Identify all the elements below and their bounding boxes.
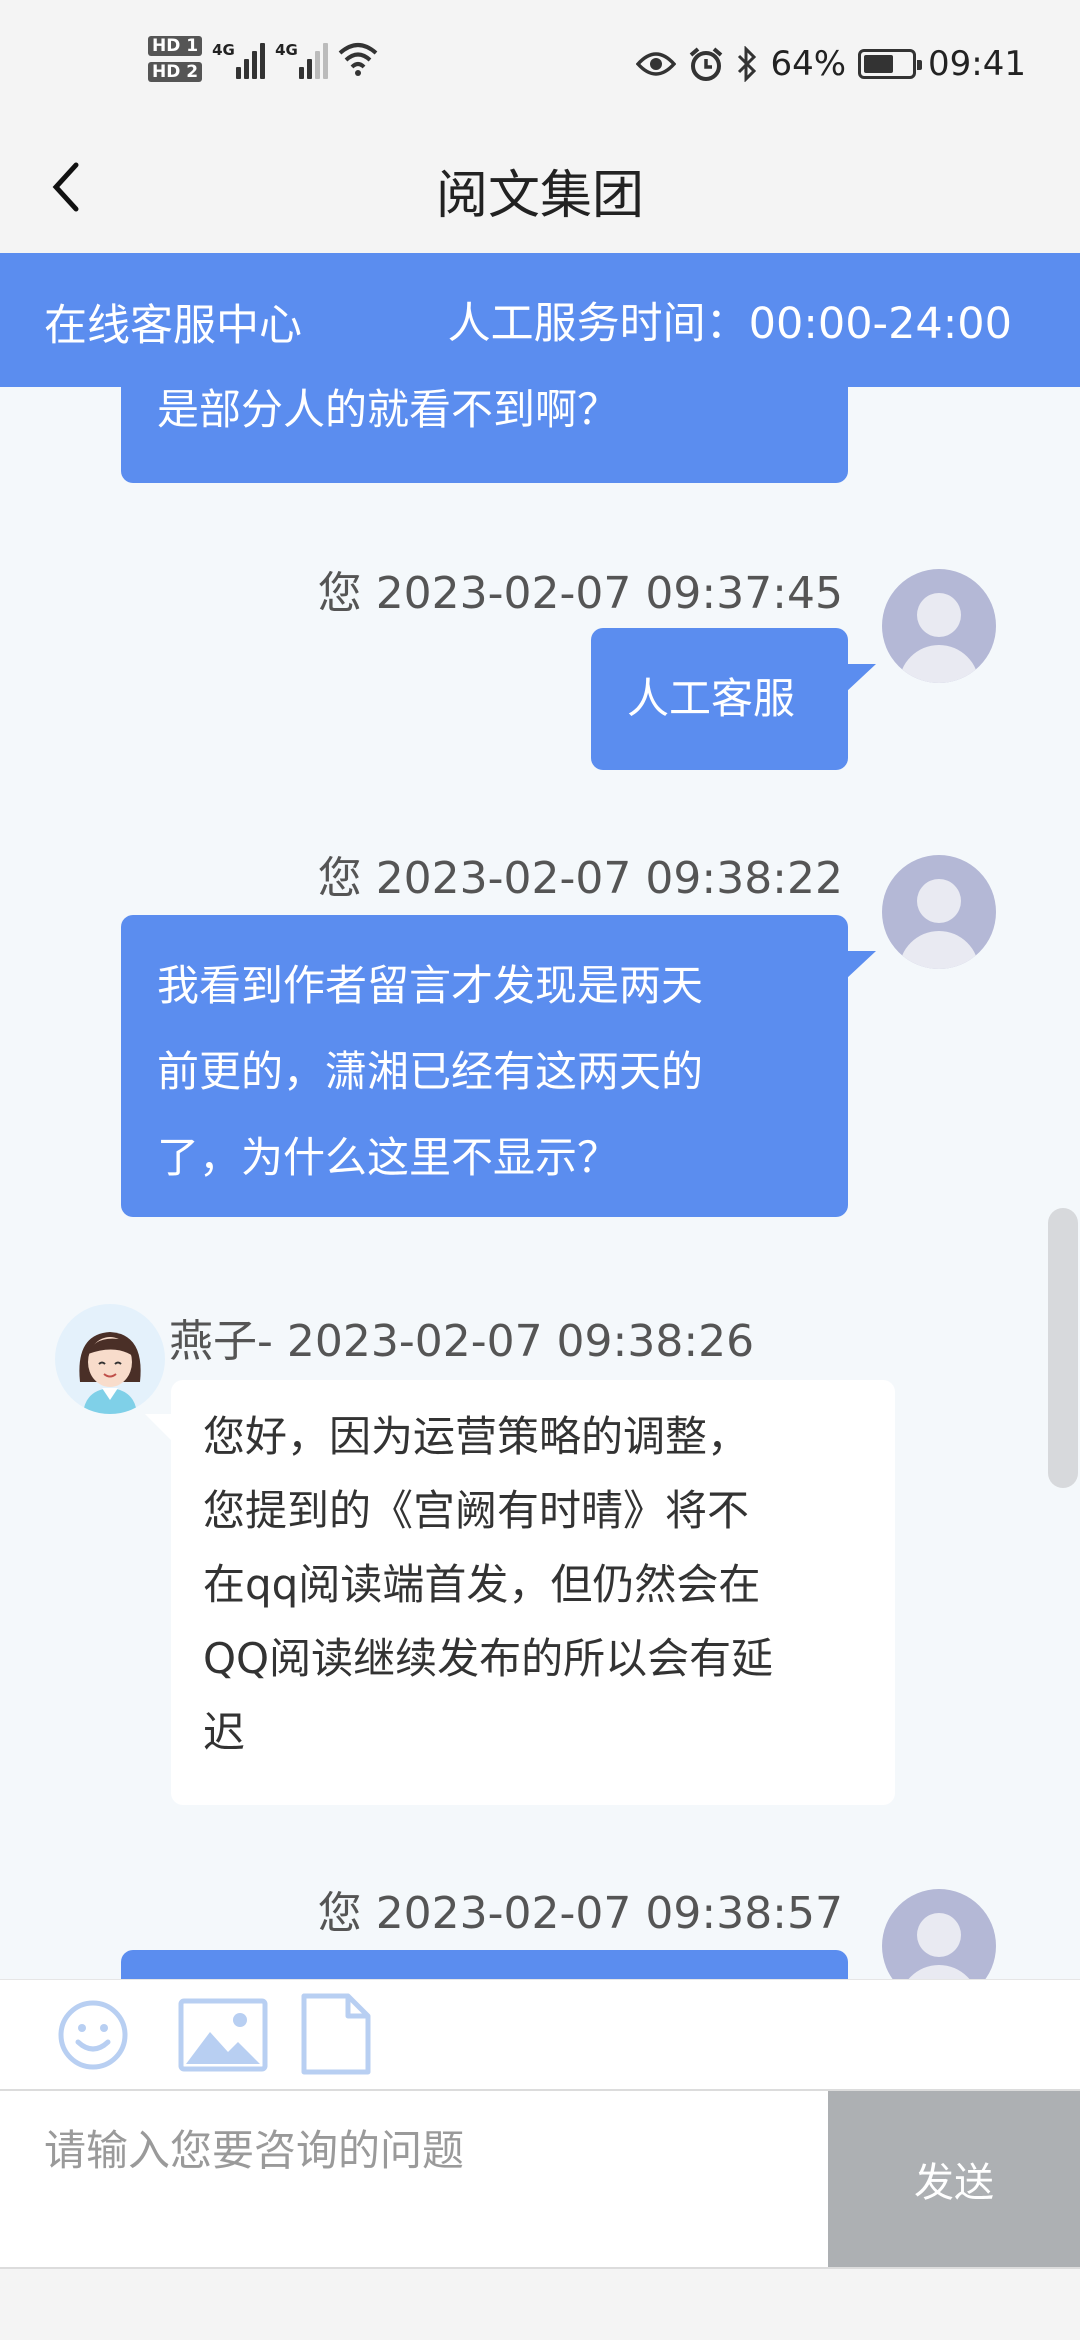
- message-meta: 您 2023-02-07 09:38:22: [317, 853, 843, 904]
- eye-icon: [636, 50, 677, 78]
- agent-avatar: [55, 1304, 165, 1414]
- sim2-badge: HD 2: [148, 62, 203, 82]
- send-button[interactable]: 发送: [828, 2091, 1080, 2267]
- user-avatar: [882, 855, 996, 969]
- message-line: 您好，因为运营策略的调整，: [203, 1412, 750, 1461]
- wifi-icon: [338, 43, 378, 76]
- battery-icon: [858, 49, 923, 79]
- message-meta: 您 2023-02-07 09:37:45: [317, 568, 843, 619]
- screen: HD 1 HD 2 4G 4G 64% 09:41 阅文集团 在线客服中心 人工…: [0, 0, 1080, 2340]
- message-bubble-user: [121, 1950, 848, 1979]
- message-line: 在qq阅读端首发，但仍然会在: [203, 1560, 761, 1609]
- service-hours: 人工服务时间：00:00-24:00: [447, 299, 1012, 349]
- message-bubble-user: 人工客服: [591, 628, 876, 770]
- network-type-2: 4G: [275, 41, 298, 59]
- input-toolbar: [0, 1979, 1080, 2089]
- message-line: 前更的，潇湘已经有这两天的: [157, 1047, 704, 1096]
- page-title: 阅文集团: [435, 166, 644, 226]
- message-line: 迟: [203, 1708, 246, 1757]
- status-bar: HD 1 HD 2 4G 4G 64% 09:41: [0, 0, 1080, 125]
- image-icon[interactable]: [178, 1998, 268, 2072]
- message-bubble-user: 我看到作者留言才发现是两天 前更的，潇湘已经有这两天的 了，为什么这里不显示？: [121, 915, 876, 1217]
- clock: 09:41: [928, 44, 1026, 84]
- agent-avatar-icon: [79, 1332, 141, 1414]
- emoji-icon[interactable]: [56, 1998, 130, 2072]
- system-nav-area: [0, 2269, 1080, 2340]
- service-banner: 在线客服中心 人工服务时间：00:00-24:00: [0, 253, 1080, 387]
- message-bubble-agent: 您好，因为运营策略的调整， 您提到的《宫阙有时晴》将不 在qq阅读端首发，但仍然…: [145, 1380, 895, 1805]
- scrollbar-thumb[interactable]: [1048, 1208, 1078, 1488]
- signal-2-icon: 4G: [275, 39, 329, 79]
- battery-fill: [864, 55, 894, 73]
- sim-badges: HD 1 HD 2: [148, 36, 203, 82]
- message-line: 您提到的《宫阙有时晴》将不: [203, 1486, 750, 1535]
- nav-bar: 阅文集团: [0, 125, 1080, 253]
- message-bubble-user: 是部分人的就看不到啊？: [121, 387, 848, 483]
- message-meta: 燕子- 2023-02-07 09:38:26: [169, 1316, 755, 1367]
- chat-area[interactable]: 是部分人的就看不到啊？ 您 2023-02-07 09:37:45 人工客服 您…: [0, 387, 1080, 1979]
- input-row: 发送: [0, 2089, 1080, 2269]
- message-text: 是部分人的就看不到啊？: [157, 387, 620, 434]
- bluetooth-icon: [736, 46, 758, 82]
- user-avatar: [882, 569, 996, 683]
- message-meta: 您 2023-02-07 09:38:57: [317, 1888, 843, 1939]
- status-bar-right: 64% 09:41: [636, 44, 1026, 84]
- status-bar-left: HD 1 HD 2 4G 4G: [148, 36, 378, 82]
- message-input[interactable]: [0, 2091, 828, 2267]
- sim1-badge: HD 1: [148, 36, 203, 56]
- message-text: 人工客服: [627, 674, 796, 723]
- file-icon[interactable]: [300, 1992, 372, 2076]
- network-type-1: 4G: [212, 41, 235, 59]
- banner-title: 在线客服中心: [44, 301, 302, 351]
- message-line: 我看到作者留言才发现是两天: [157, 961, 704, 1010]
- battery-percent: 64%: [770, 44, 847, 84]
- message-line: 了，为什么这里不显示？: [157, 1133, 620, 1182]
- alarm-icon: [688, 46, 724, 82]
- signal-1-icon: 4G: [212, 39, 266, 79]
- user-avatar: [882, 1889, 996, 1979]
- message-line: QQ阅读继续发布的所以会有延: [203, 1634, 774, 1683]
